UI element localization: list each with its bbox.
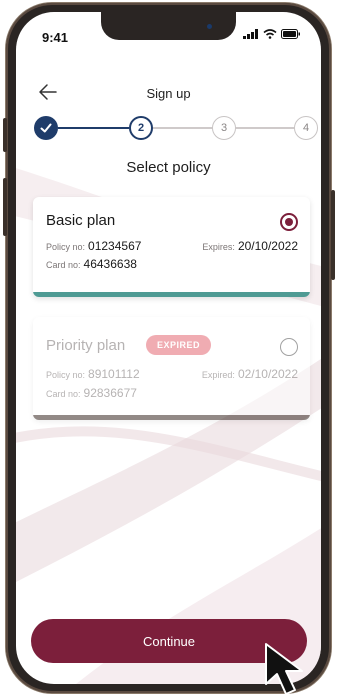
page-title: Sign up	[146, 86, 191, 101]
policy-number: 89101112	[88, 367, 140, 381]
expired-badge: EXPIRED	[146, 335, 212, 355]
card-number: 46436638	[83, 257, 137, 271]
step-4: 4	[294, 116, 318, 140]
expiry-group: Expires: 20/10/2022	[202, 239, 298, 253]
policy-label: Policy no:	[46, 242, 86, 252]
step-connector	[58, 127, 129, 129]
policy-label: Policy no:	[46, 370, 86, 380]
plan-name: Priority plan	[46, 337, 126, 354]
wifi-icon	[263, 29, 277, 39]
policy-card-priority[interactable]: Priority plan EXPIRED Policy no: 89101112…	[33, 317, 310, 420]
battery-icon	[281, 29, 300, 39]
phone-side-button	[3, 118, 7, 152]
phone-side-button	[3, 178, 7, 236]
step-3: 3	[212, 116, 236, 140]
cursor-arrow-icon	[265, 643, 303, 695]
card-label: Card no:	[46, 389, 81, 399]
screen: 9:41 Sign up 2 3 4 Select policy Basic p…	[16, 12, 321, 684]
card-number: 92836677	[83, 386, 137, 400]
phone-side-button	[331, 190, 335, 280]
expiry-label: Expired:	[201, 370, 235, 380]
step-1	[34, 116, 58, 140]
card-accent-bar	[33, 415, 310, 420]
policy-info-row: Policy no: 01234567 Expires: 20/10/2022	[46, 239, 298, 253]
signal-icon	[243, 29, 258, 39]
stepper: 2 3 4	[16, 114, 321, 144]
step-2: 2	[129, 116, 153, 140]
policy-card-basic[interactable]: Basic plan Policy no: 01234567 Expires: 20…	[33, 197, 310, 297]
status-time: 9:41	[42, 30, 69, 45]
expiry-date: 02/10/2022	[237, 367, 298, 381]
policy-info-row: Policy no: 89101112 Expired: 02/10/2022	[46, 367, 298, 381]
checkmark-icon	[40, 123, 52, 133]
status-icons	[243, 29, 301, 39]
radio-unselected[interactable]	[280, 338, 298, 356]
expiry-label: Expires:	[202, 242, 235, 252]
radio-selected[interactable]	[280, 213, 298, 231]
plan-name: Basic plan	[46, 212, 116, 229]
card-info-row: Card no: 92836677	[46, 386, 298, 400]
card-accent-bar	[33, 292, 310, 297]
expiry-group: Expired: 02/10/2022	[202, 367, 298, 381]
step-connector	[153, 127, 212, 129]
step-connector	[236, 127, 294, 129]
section-title: Select policy	[126, 159, 211, 176]
expiry-date: 20/10/2022	[237, 239, 298, 253]
notch	[101, 12, 236, 40]
policy-number: 01234567	[88, 239, 142, 253]
card-label: Card no:	[46, 260, 81, 270]
card-info-row: Card no: 46436638	[46, 257, 298, 271]
camera-dot	[207, 24, 212, 29]
